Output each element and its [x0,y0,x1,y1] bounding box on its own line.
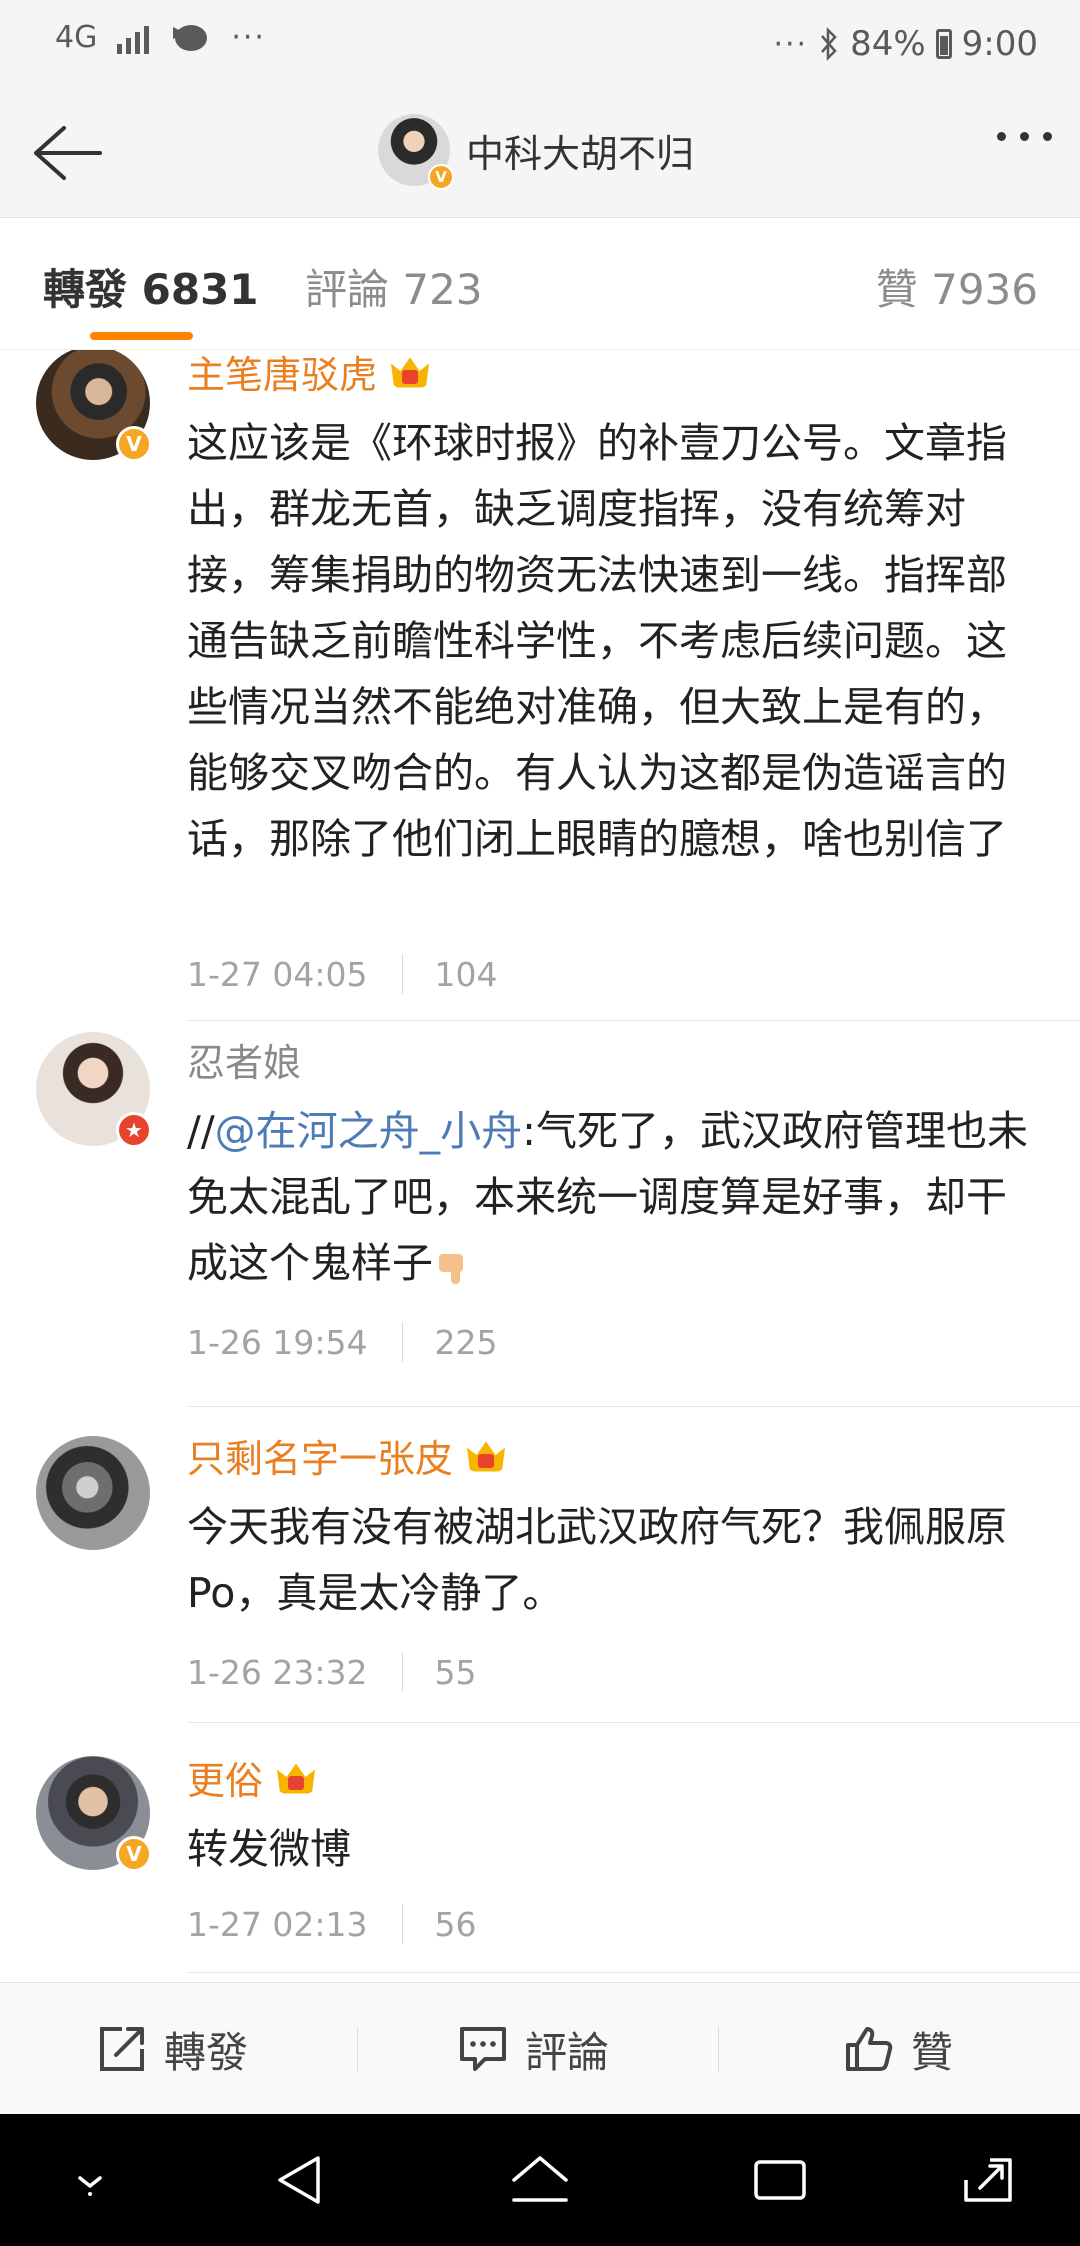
repost-meta: 1-26 23:32 55 [187,1652,477,1692]
network-indicator: 4G [55,19,98,55]
bluetooth-icon [821,27,837,61]
comment-icon [460,2027,506,2071]
repost-label: 轉發 [164,2027,249,2077]
nav-hide-button[interactable] [58,2150,122,2210]
like-count[interactable]: 55 [435,1653,477,1692]
username[interactable]: 只剩名字一张皮 [187,1428,507,1483]
mention-link[interactable]: @在河之舟_小舟 [215,1107,523,1155]
like-count[interactable]: 104 [435,955,498,994]
status-dots: ··· [773,26,809,62]
meta-divider [401,1652,403,1692]
more-dot-icon [1043,132,1052,141]
item-divider [187,1020,1080,1021]
nav-home-button[interactable] [508,2150,572,2210]
repost-text: 今天我有没有被湖北武汉政府气死？我佩服原Po，真是太冷静了。 [187,1503,1007,1617]
username[interactable]: 更俗 [187,1750,317,1805]
avatar[interactable] [36,1436,150,1550]
vip-crown-icon [389,354,431,390]
post-author[interactable]: V 中科大胡不归 [378,114,695,190]
like-count[interactable]: 225 [435,1323,498,1362]
repost-meta: 1-26 19:54 225 [187,1322,498,1362]
active-tab-indicator [90,332,193,340]
more-dot-icon [1020,132,1029,141]
more-options-button[interactable] [997,132,1052,141]
comment-button[interactable]: 評論 [457,1983,609,2115]
more-dot-icon [997,132,1006,141]
status-bar: 4G ··· ··· 84% 9:00 [0,0,1080,92]
repost-meta: 1-27 04:05 104 [187,954,498,994]
thumbs-up-icon [846,2027,893,2071]
repost-prefix: // [187,1107,215,1155]
tab-comment[interactable]: 評論 723 [305,256,483,317]
repost-text: //@在河之舟_小舟:气死了，武汉政府管理也未免太混乱了吧，本来统一调度算是好事… [187,1098,1047,1296]
battery-percent: 84% [850,24,926,64]
timestamp: 1-26 23:32 [187,1652,368,1692]
avatar[interactable]: V [36,350,152,462]
vip-crown-icon [465,1438,507,1474]
list-item: V 更俗 转发微博 1-27 02:13 56 [0,1722,1080,1982]
repost-button[interactable]: 轉發 [96,1983,248,2115]
comment-label: 評論 [525,2027,610,2077]
signal-icon [117,22,150,54]
list-item: V 主笔唐驳虎 这应该是《环球时报》的补壹刀公号。文章指出，群龙无首，缺乏调度指… [0,350,1080,1022]
clock: 9:00 [961,24,1038,64]
list-item: ★ 忍者娘 //@在河之舟_小舟:气死了，武汉政府管理也未免太混乱了吧，本来统一… [0,1022,1080,1407]
action-divider [357,2027,358,2073]
verified-v-icon: V [428,164,454,190]
timestamp: 1-27 02:13 [187,1904,368,1944]
repost-meta: 1-27 02:13 56 [187,1904,477,1944]
avatar[interactable]: ★ [36,1032,152,1148]
repost-text: 这应该是《环球时报》的补壹刀公号。文章指出，群龙无首，缺乏调度指挥，没有统筹对接… [187,419,1007,863]
repost-icon [100,2027,144,2071]
bottom-action-bar: 轉發 評論 贊 [0,1982,1080,2114]
username-text: 更俗 [187,1759,264,1803]
top-navigation-bar: V 中科大胡不归 [0,92,1080,218]
notification-app-icon [173,24,208,51]
like-count[interactable]: 56 [435,1905,477,1944]
meta-divider [401,1904,403,1944]
action-divider [718,2027,719,2073]
page-title: 中科大胡不归 [466,131,695,176]
meta-divider [401,1322,403,1362]
username-text: 主笔唐驳虎 [187,353,378,397]
author-avatar[interactable]: V [378,114,454,190]
back-button[interactable] [28,118,104,188]
back-arrow-icon [34,126,102,180]
more-notifications-indicator: ··· [231,20,266,55]
star-badge-icon: ★ [116,1112,152,1148]
recents-icon [754,2160,806,2200]
list-item: 只剩名字一张皮 今天我有没有被湖北武汉政府气死？我佩服原Po，真是太冷静了。 1… [0,1406,1080,1723]
username[interactable]: 忍者娘 [187,1032,301,1087]
back-triangle-icon [278,2156,320,2204]
item-divider [187,1972,1080,1973]
meta-divider [401,954,403,994]
repost-list[interactable]: V 主笔唐驳虎 这应该是《环球时报》的补壹刀公号。文章指出，群龙无首，缺乏调度指… [0,350,1080,1982]
expand-icon [964,2158,1012,2202]
nav-fullscreen-button[interactable] [956,2150,1020,2210]
verified-v-icon: V [116,1836,152,1872]
tab-like[interactable]: 贊 7936 [876,256,1038,317]
username-text: 只剩名字一张皮 [187,1437,454,1481]
verified-v-icon: V [116,426,152,462]
system-navigation-bar [0,2114,1080,2246]
nav-back-button[interactable] [268,2150,332,2210]
battery-icon [935,29,952,59]
home-icon [512,2156,568,2202]
avatar[interactable]: V [36,1756,152,1872]
like-button[interactable]: 贊 [843,1983,953,2115]
tab-bar: 轉發 6831 評論 723 贊 7936 [0,218,1080,350]
repost-text: 转发微博 [187,1825,351,1873]
vip-crown-icon [275,1760,317,1796]
chevron-down-icon [78,2176,102,2196]
like-label: 贊 [911,2027,954,2077]
username[interactable]: 主笔唐驳虎 [187,350,431,399]
timestamp: 1-27 04:05 [187,954,368,994]
username-text: 忍者娘 [187,1041,302,1085]
nav-recents-button[interactable] [748,2150,812,2210]
tab-repost[interactable]: 轉發 6831 [43,256,259,317]
thumbs-down-emoji-icon [435,1248,471,1284]
timestamp: 1-26 19:54 [187,1322,368,1362]
